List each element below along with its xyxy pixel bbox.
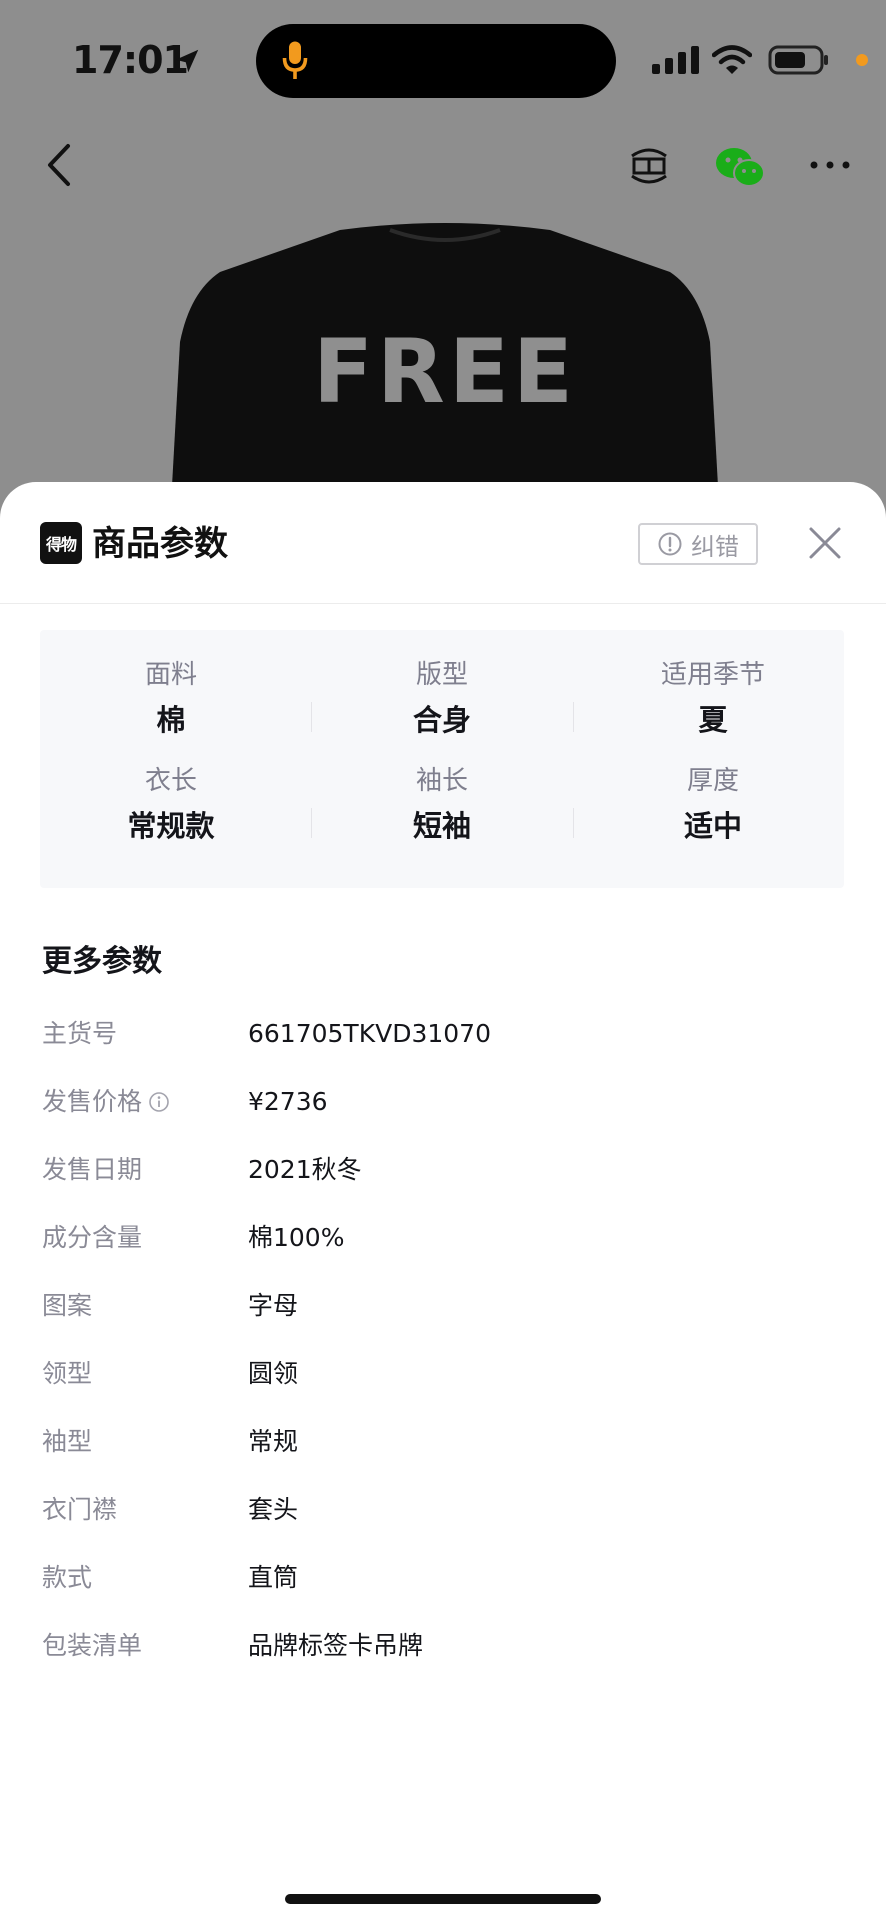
product-image-tshirt: FREE [170,223,720,522]
spec-row: 款式 直筒 [42,1560,842,1600]
spec-value: 常规 [248,1427,299,1456]
param-cell: 面料 棉 [40,658,302,764]
battery-icon [768,45,828,75]
param-value: 短袖 [412,809,471,843]
spec-row: 图案 字母 [42,1288,842,1328]
report-error-button[interactable]: 纠错 [638,523,758,565]
param-label: 面料 [144,660,197,690]
spec-row: 领型 圆领 [42,1356,842,1396]
spec-key: 成分含量 [42,1223,143,1252]
spec-row: 成分含量 棉100% [42,1220,842,1260]
spec-row: 包装清单 品牌标签卡吊牌 [42,1628,842,1668]
chevron-left-icon[interactable] [40,140,80,190]
param-value: 合身 [412,703,471,737]
spec-key: 发售价格 [42,1084,170,1120]
param-value: 夏 [698,703,728,737]
grid-divider [573,808,574,838]
spec-value: 品牌标签卡吊牌 [248,1631,424,1660]
more-params-title: 更多参数 [42,944,162,979]
spec-key: 图案 [42,1291,93,1320]
spec-key: 领型 [42,1359,93,1388]
param-label: 袖长 [415,766,468,796]
param-cell: 袖长 短袖 [311,764,573,870]
spec-key: 衣门襟 [42,1495,118,1524]
info-icon[interactable] [148,1091,170,1113]
more-icon[interactable] [808,150,852,180]
app-logo: 得物 [40,522,82,564]
spec-value: 套头 [248,1495,299,1524]
spec-value: 直筒 [248,1563,299,1592]
spec-value: 棉100% [248,1223,345,1252]
close-icon[interactable] [808,526,842,560]
param-value: 常规款 [127,809,215,843]
spec-row: 发售日期 2021秋冬 [42,1152,842,1192]
sheet-header: 得物 商品参数 纠错 [0,482,886,604]
spec-key: 发售日期 [42,1155,143,1184]
microphone-icon [282,41,308,79]
spec-value: ¥2736 [248,1087,328,1116]
param-label: 版型 [415,660,468,690]
spec-key: 袖型 [42,1427,93,1456]
spec-row: 衣门襟 套头 [42,1492,842,1532]
param-label: 厚度 [686,766,739,796]
report-error-label: 纠错 [691,532,739,561]
status-bar: 17:01 [0,0,886,120]
status-time: 17:01 [72,38,189,82]
param-label: 适用季节 [660,660,765,690]
param-cell: 适用季节 夏 [582,658,844,764]
param-cell: 版型 合身 [311,658,573,764]
param-value: 棉 [156,703,186,737]
param-value: 适中 [683,809,742,843]
grid-divider [311,702,312,732]
privacy-indicator-dot [856,54,868,66]
dynamic-island [256,24,616,98]
spec-row: 袖型 常规 [42,1424,842,1464]
grid-divider [311,808,312,838]
location-arrow-icon [175,49,199,73]
tshirt-print-text: FREE [313,320,577,423]
cellular-signal-icon [652,46,699,74]
spec-value: 2021秋冬 [248,1155,362,1184]
wifi-icon [712,45,752,74]
grid-divider [573,702,574,732]
spec-row: 发售价格 ¥2736 [42,1084,842,1124]
param-cell: 厚度 适中 [582,764,844,870]
spec-key: 包装清单 [42,1631,143,1660]
wechat-icon[interactable] [714,146,766,190]
param-cell: 衣长 常规款 [40,764,302,870]
key-params-grid: 面料 棉 版型 合身 适用季节 夏 衣长 常规款 袖长 短袖 厚度 适中 [40,630,844,888]
param-label: 衣长 [144,766,197,796]
home-indicator[interactable] [285,1894,601,1904]
spec-value: 字母 [248,1291,299,1320]
spec-key: 主货号 [42,1019,118,1048]
spec-row: 主货号 661705TKVD31070 [42,1016,842,1056]
spec-value: 661705TKVD31070 [248,1019,491,1048]
params-sheet: 得物 商品参数 纠错 面料 棉 版型 合身 适用季节 夏 衣长 常规款 袖长 短… [0,482,886,1920]
sell-icon[interactable] [626,142,672,190]
alert-circle-icon [658,532,682,556]
sheet-title: 商品参数 [92,524,228,564]
spec-key: 款式 [42,1563,93,1592]
spec-value: 圆领 [248,1359,299,1388]
